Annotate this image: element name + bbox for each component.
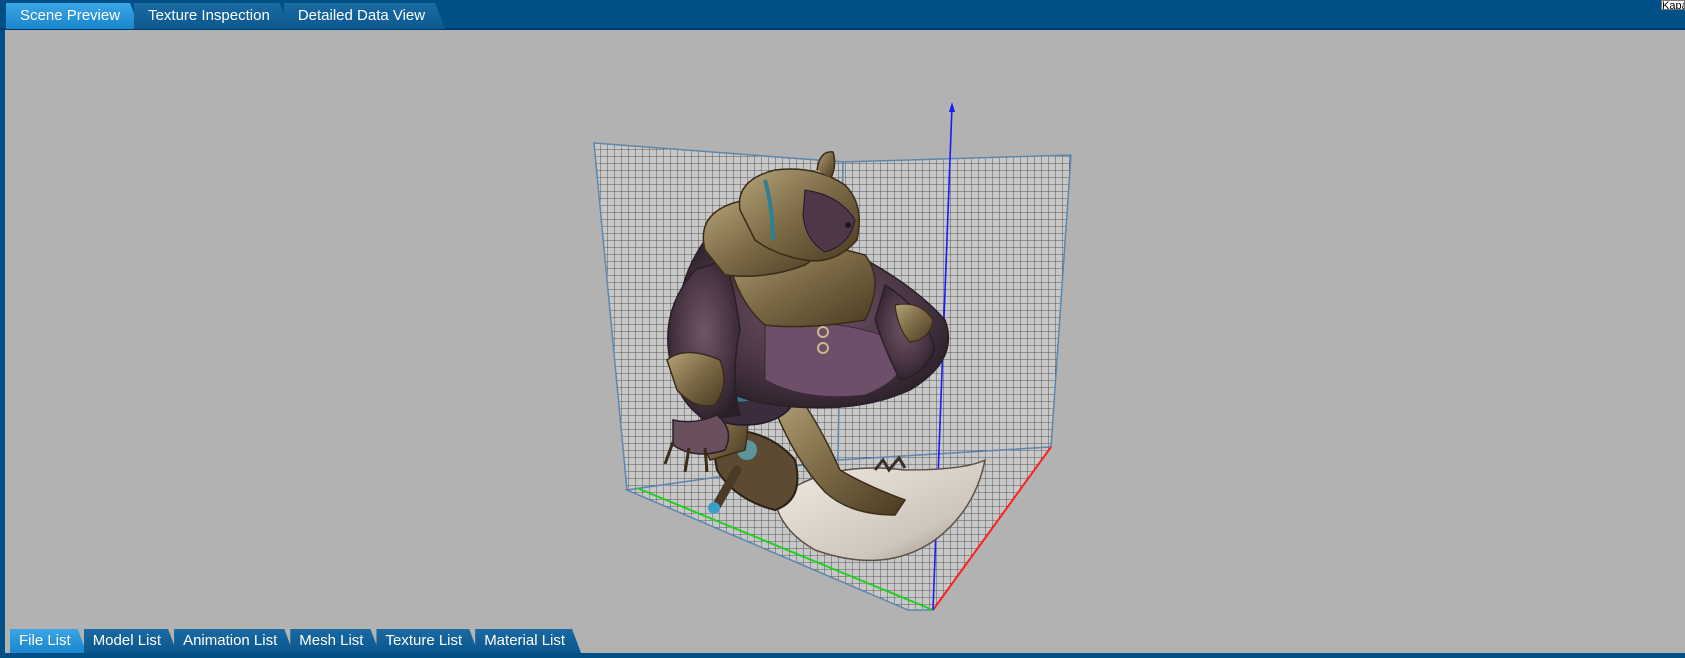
scene-viewport[interactable] [5, 30, 1685, 652]
corner-label: Kapa [1661, 0, 1685, 10]
tab-scene-preview[interactable]: Scene Preview [6, 3, 140, 29]
model-viewer-app: Scene Preview Texture Inspection Detaile… [0, 0, 1685, 658]
view-tabs: Scene Preview Texture Inspection Detaile… [6, 3, 439, 30]
panel-tabs: File List Model List Animation List Mesh… [10, 629, 578, 655]
scene-canvas [593, 102, 1072, 611]
tab-texture-list[interactable]: Texture List [376, 629, 478, 653]
tab-file-list[interactable]: File List [10, 629, 87, 653]
tab-model-list[interactable]: Model List [84, 629, 177, 653]
tab-animation-list[interactable]: Animation List [174, 629, 293, 653]
bottom-frame-edge [0, 653, 1685, 658]
tab-material-list[interactable]: Material List [475, 629, 581, 653]
tab-detailed-data-view[interactable]: Detailed Data View [284, 3, 445, 29]
tab-mesh-list[interactable]: Mesh List [290, 629, 379, 653]
top-tab-bar: Scene Preview Texture Inspection Detaile… [0, 0, 1685, 30]
tab-texture-inspection[interactable]: Texture Inspection [134, 3, 290, 29]
